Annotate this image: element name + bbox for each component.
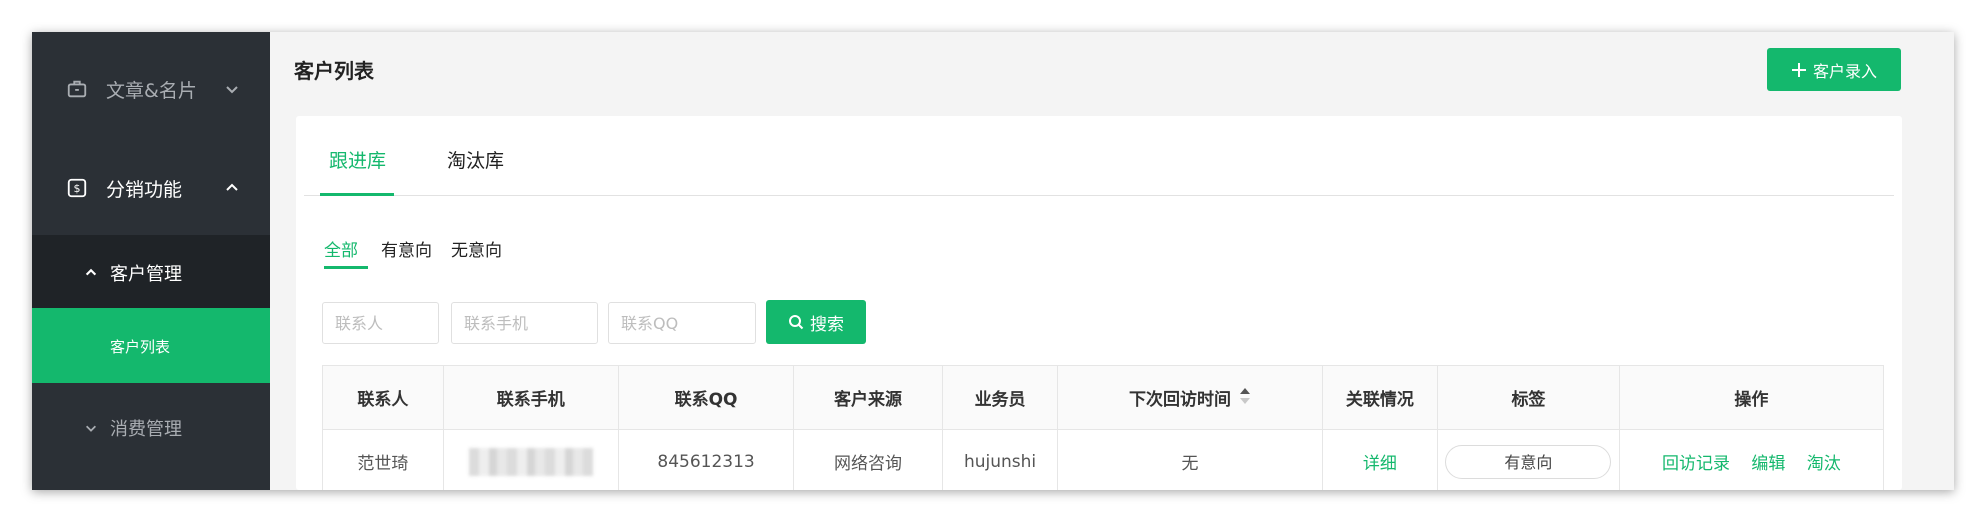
column-header: 联系QQ (617, 365, 795, 430)
cell-salesman: hujunshi (941, 429, 1059, 490)
sidebar-item-consumption-mgmt[interactable]: 消费管理 (32, 396, 270, 460)
column-header-label: 下次回访时间 (1128, 390, 1231, 410)
cell-relation: 详细 (1321, 429, 1439, 490)
qq-input[interactable] (608, 302, 756, 344)
column-header: 标签 (1437, 365, 1620, 430)
chevron-down-icon (86, 425, 96, 432)
sidebar: 文章&名片 $ 分销功能 客户管理 客户列表 消费管理 (32, 32, 270, 490)
sidebar-group-articles[interactable]: 文章&名片 (32, 57, 270, 121)
cell-next-visit: 无 (1057, 429, 1323, 490)
column-header: 联系手机 (442, 365, 619, 430)
tab-bar: 跟进库 淘汰库 (304, 116, 1894, 196)
add-customer-button-label: 客户录入 (1812, 61, 1877, 81)
sidebar-group-distribution-label: 分销功能 (106, 178, 183, 201)
sidebar-item-customer-mgmt-label: 客户管理 (110, 264, 182, 285)
column-header: 业务员 (941, 365, 1059, 430)
sort-icon[interactable] (1239, 387, 1251, 405)
filter-all[interactable]: 全部 (324, 236, 358, 261)
page-title: 客户列表 (294, 59, 374, 83)
add-customer-button[interactable]: 客户录入 (1767, 48, 1901, 91)
column-header: 操作 (1618, 365, 1885, 430)
detail-link[interactable]: 详细 (1363, 454, 1397, 474)
column-header: 客户来源 (793, 365, 943, 430)
table-row: 范世琦 845612313 网络咨询 hujunshi 无 详细 有意向 回访记… (322, 429, 1885, 490)
main-content: 客户列表 客户录入 跟进库 淘汰库 全部 有意向 无意向 联系人 联系手机 联系… (270, 32, 1954, 490)
sidebar-item-customer-mgmt[interactable]: 客户管理 (32, 235, 270, 308)
eliminate-link[interactable]: 淘汰 (1807, 454, 1841, 474)
sidebar-group-distribution[interactable]: $ 分销功能 (32, 156, 270, 220)
visit-record-link[interactable]: 回访记录 (1662, 454, 1730, 474)
content-card: 跟进库 淘汰库 全部 有意向 无意向 搜索 (296, 116, 1902, 490)
sidebar-group-articles-label: 文章&名片 (106, 79, 197, 102)
cell-qq: 845612313 (617, 429, 795, 490)
plus-icon (1791, 62, 1806, 77)
column-header-next-visit[interactable]: 下次回访时间 (1057, 365, 1323, 430)
cell-ops: 回访记录 编辑 淘汰 (1618, 429, 1885, 490)
chevron-up-icon (226, 183, 238, 191)
redacted-phone (468, 447, 593, 476)
active-filter-indicator (324, 266, 368, 269)
search-button[interactable]: 搜索 (766, 300, 866, 344)
cell-phone (442, 429, 619, 490)
filter-intended[interactable]: 有意向 (381, 236, 432, 261)
sidebar-item-consumption-mgmt-label: 消费管理 (110, 419, 182, 440)
customer-table: 联系人 联系手机 联系QQ 客户来源 业务员 下次回访时间 关联情况 标签 操作… (322, 365, 1885, 490)
chevron-up-icon (85, 268, 97, 276)
sidebar-item-customer-list-label: 客户列表 (110, 338, 171, 356)
cell-contact: 范世琦 (322, 429, 444, 490)
dollar-icon: $ (67, 178, 87, 198)
sidebar-item-customer-list[interactable]: 客户列表 (32, 308, 270, 383)
search-button-label: 搜索 (810, 314, 844, 335)
column-header: 联系人 (322, 365, 444, 430)
cell-source: 网络咨询 (793, 429, 943, 490)
tab-eliminated[interactable]: 淘汰库 (447, 146, 504, 173)
table-header-row: 联系人 联系手机 联系QQ 客户来源 业务员 下次回访时间 关联情况 标签 操作 (322, 365, 1885, 430)
active-tab-indicator (320, 193, 394, 196)
filter-not-intended[interactable]: 无意向 (451, 236, 502, 261)
briefcase-icon (67, 80, 87, 98)
tag-badge[interactable]: 有意向 (1445, 444, 1612, 479)
svg-text:$: $ (74, 182, 81, 195)
app-window: 文章&名片 $ 分销功能 客户管理 客户列表 消费管理 客户列表 客户录入 跟进… (32, 32, 1954, 490)
search-icon (789, 315, 804, 330)
column-header: 关联情况 (1321, 365, 1439, 430)
phone-input[interactable] (451, 302, 598, 344)
chevron-down-icon (226, 86, 238, 94)
contact-input[interactable] (322, 302, 439, 344)
tab-follow-up[interactable]: 跟进库 (329, 146, 386, 173)
cell-tag: 有意向 (1437, 429, 1620, 490)
edit-link[interactable]: 编辑 (1751, 454, 1785, 474)
